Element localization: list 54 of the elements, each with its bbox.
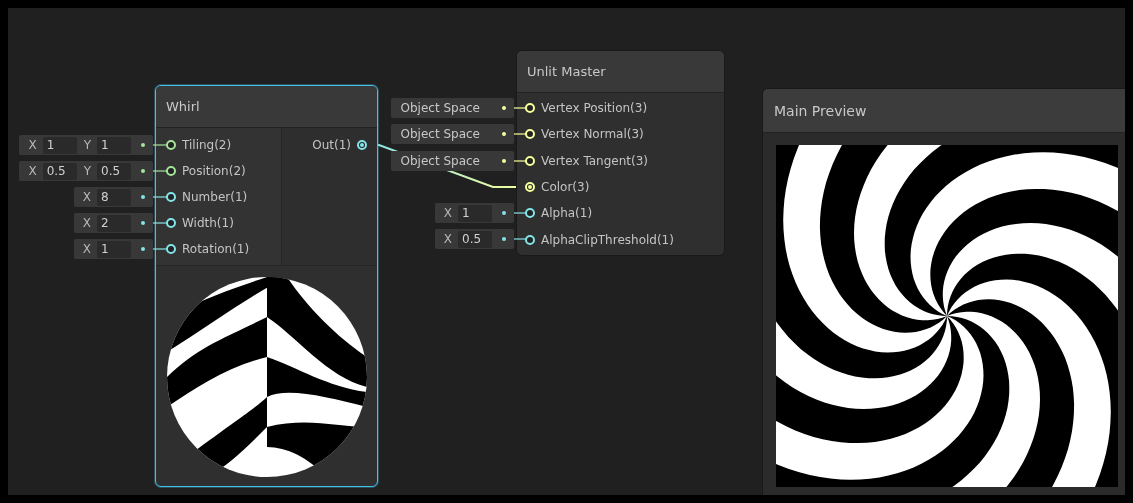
number-field[interactable]: 1 [458,204,492,222]
port-circle-icon[interactable] [166,166,176,176]
slot-dot-icon [141,247,145,251]
axis-label: X [442,232,453,247]
space-dropdown[interactable]: Object Space [396,127,492,142]
number-field[interactable]: 0.5 [97,162,131,180]
axis-label: X [27,164,38,178]
axis-label: Y [82,138,92,152]
port-label: Color(3) [541,180,590,195]
node-title: Main Preview [774,102,867,119]
port-label: Vertex Tangent(3) [541,153,648,168]
slot-dot-icon [141,169,145,173]
number-field[interactable]: 0.5 [458,231,492,248]
port-label: Width(1) [182,216,234,230]
axis-label: X [81,190,92,204]
port-label: Out(1) [312,138,351,152]
node-title: Unlit Master [527,64,606,79]
slot-dot-icon [502,158,506,163]
axis-label: X [442,206,453,221]
port-circle-icon[interactable] [525,208,535,219]
axis-label: X [81,242,92,256]
port-label: AlphaClipThreshold(1) [541,232,674,247]
number-field[interactable]: 1 [42,136,77,154]
port-label: Rotation(1) [182,242,250,256]
port-circle-icon[interactable] [166,218,176,228]
slot-dot-icon [502,237,506,242]
number-field[interactable]: 1 [97,240,131,258]
space-dropdown[interactable]: Object Space [396,153,492,168]
port-label: Tiling(2) [182,138,232,152]
slot-dot-icon [141,221,145,225]
node-title: Whirl [166,99,200,114]
slot-dot-icon [502,211,506,216]
port-label: Number(1) [182,190,248,204]
port-circle-icon[interactable] [166,244,176,254]
port-circle-icon[interactable] [525,234,535,245]
port-label: Position(2) [182,164,246,178]
slot-dot-icon [502,132,506,137]
port-label: Alpha(1) [541,206,593,221]
port-circle-icon[interactable] [166,192,176,202]
port-circle-icon[interactable] [166,140,176,150]
axis-label: Y [82,164,92,178]
number-field[interactable]: 1 [97,136,131,154]
number-field[interactable]: 8 [97,188,131,206]
axis-label: X [81,216,92,230]
slot-dot-icon [502,106,506,110]
number-field[interactable]: 2 [97,214,131,232]
port-label: Vertex Normal(3) [541,127,644,142]
slot-dot-icon [141,143,145,147]
axis-label: X [27,138,38,152]
number-field[interactable]: 0.5 [42,162,77,180]
slot-dot-icon [141,195,145,199]
space-dropdown[interactable]: Object Space [396,101,492,115]
port-label: Vertex Position(3) [541,101,648,116]
port-circle-icon[interactable] [357,140,367,150]
